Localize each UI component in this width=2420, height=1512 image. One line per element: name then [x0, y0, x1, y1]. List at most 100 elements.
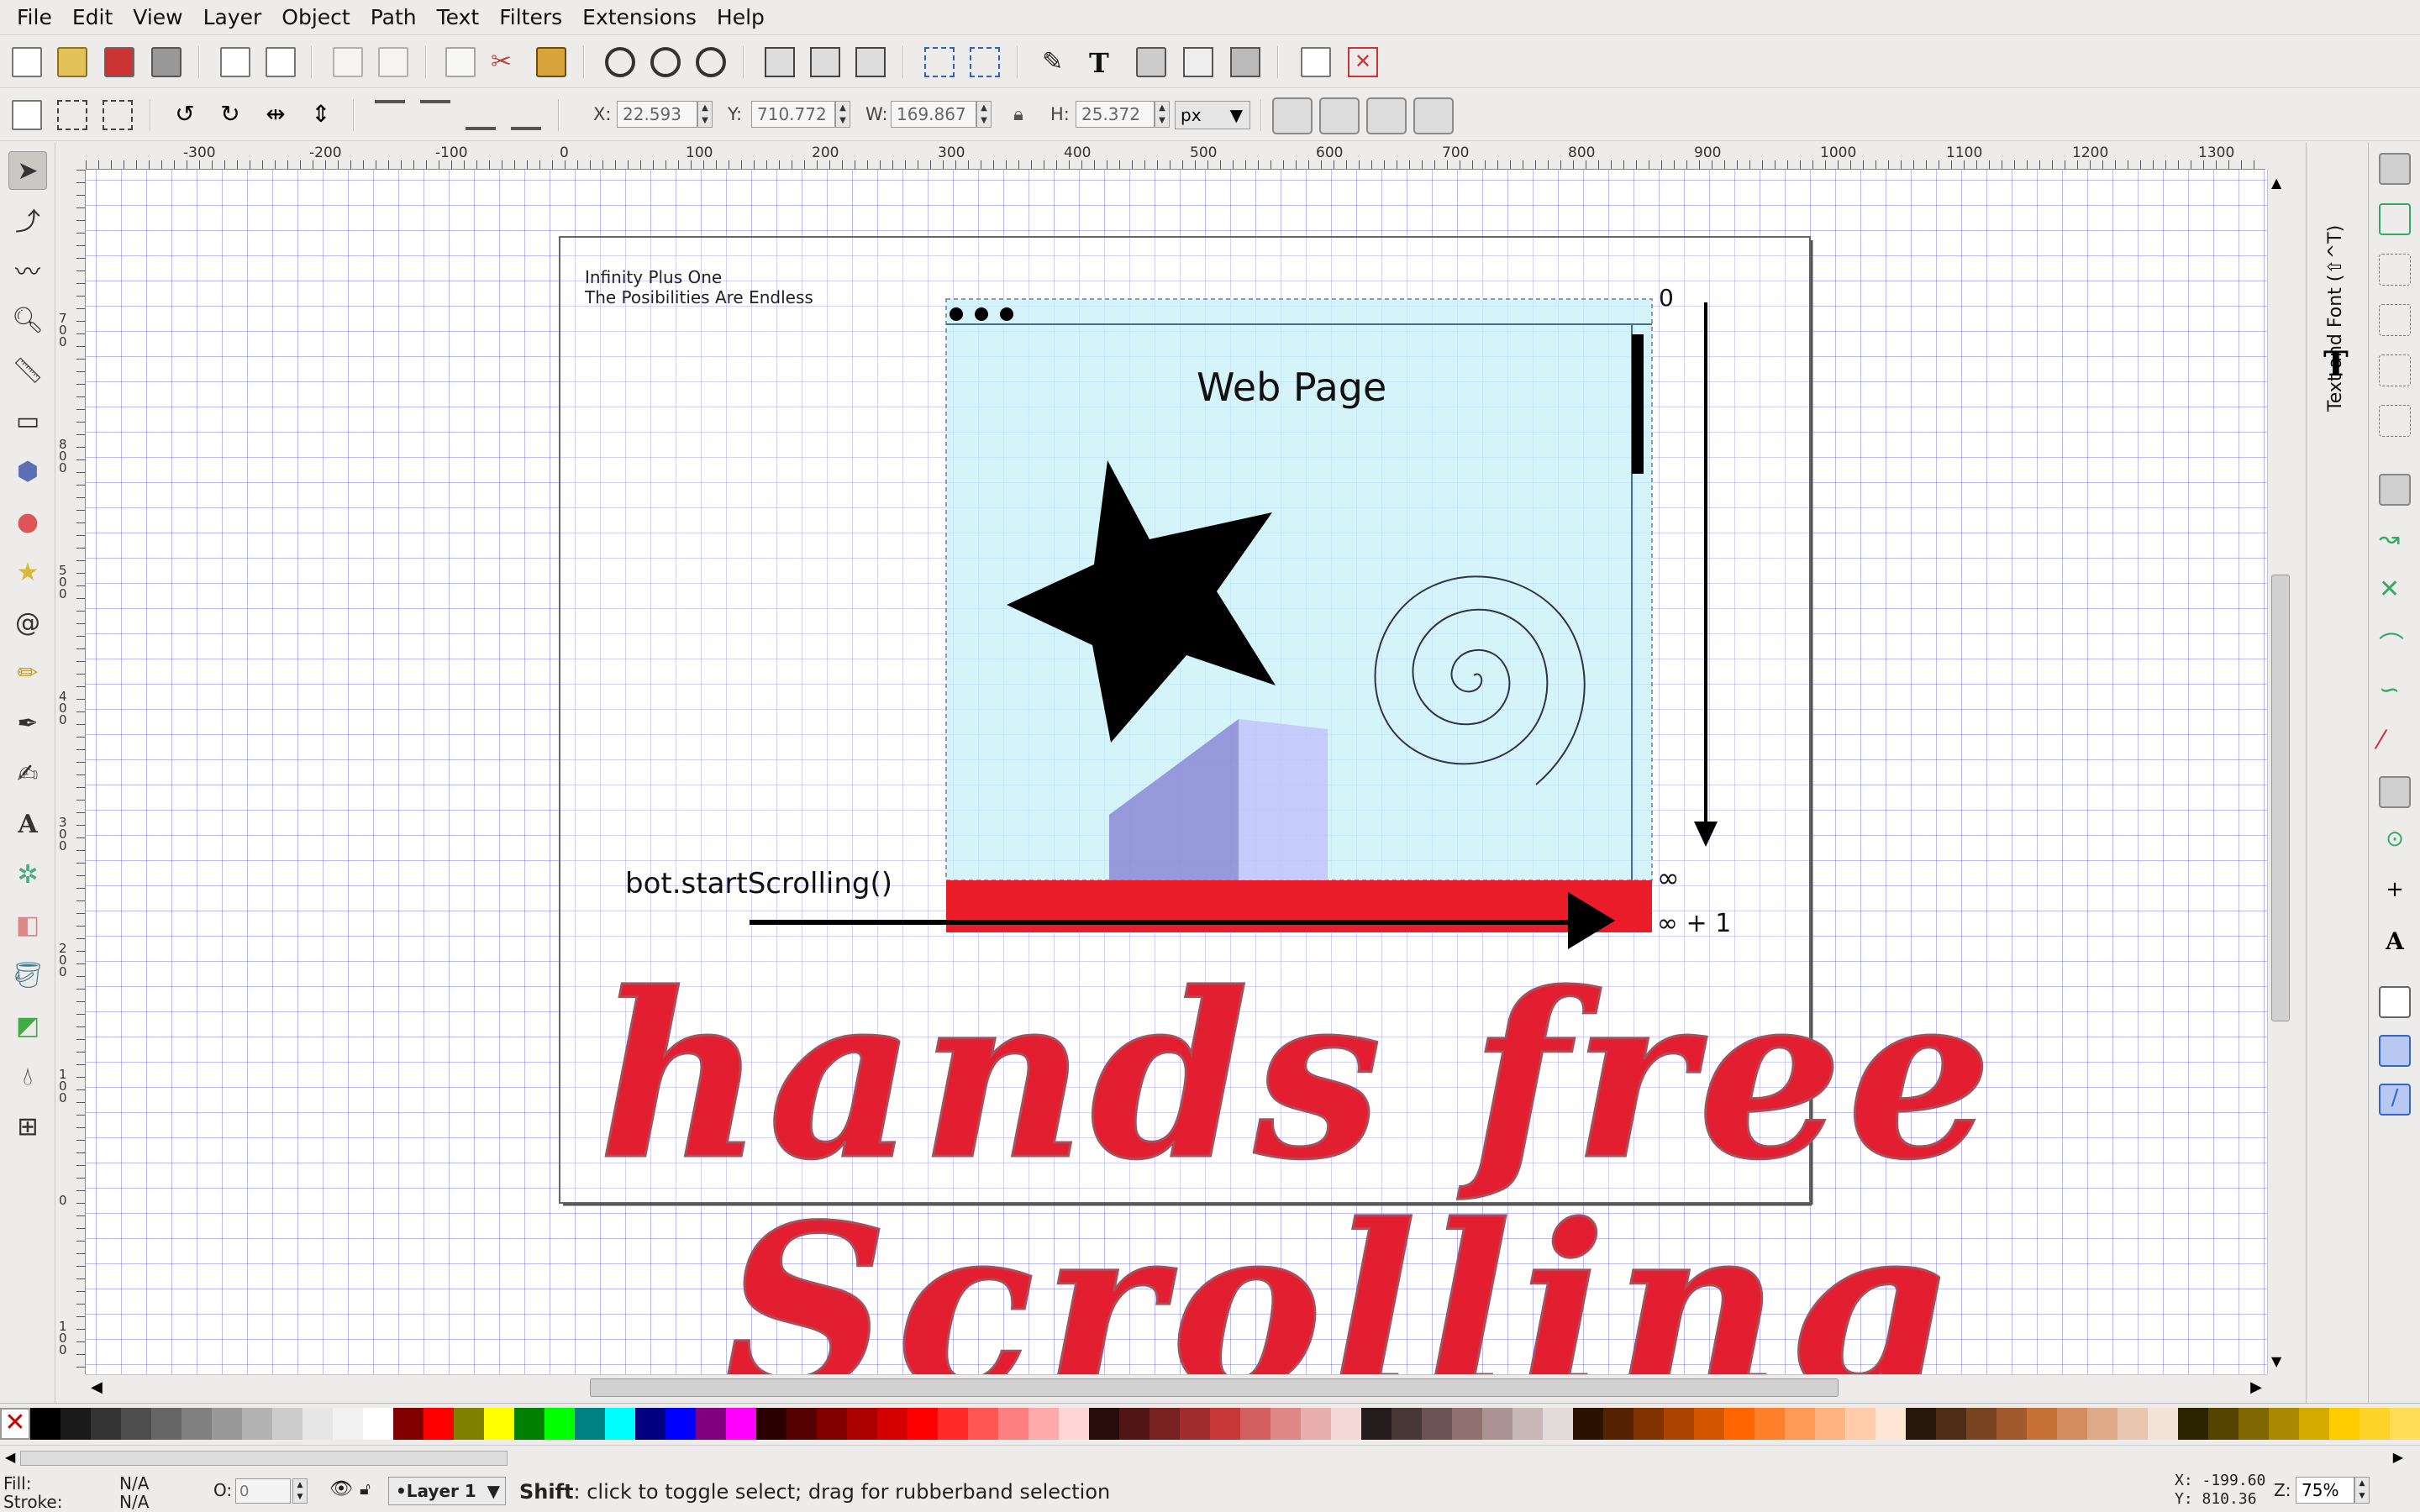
w-field[interactable] [891, 101, 976, 128]
redo-icon[interactable] [378, 47, 408, 77]
deselect-icon[interactable] [103, 100, 133, 130]
color-swatch[interactable] [1089, 1408, 1119, 1440]
scroll-right-icon[interactable]: ▶ [2250, 1378, 2262, 1396]
color-swatch[interactable] [272, 1408, 302, 1440]
gradient-tool-icon[interactable]: ◩ [8, 1006, 47, 1045]
snap-enable-icon[interactable] [2379, 153, 2411, 185]
color-swatch[interactable] [2057, 1408, 2087, 1440]
scroll-down-icon[interactable]: ▼ [2271, 1353, 2281, 1369]
dropper-tool-icon[interactable]: 💧︎ [8, 1057, 47, 1095]
rotate-ccw-icon[interactable]: ↺ [170, 100, 200, 130]
color-swatch[interactable] [151, 1408, 182, 1440]
3d-box-tool-icon[interactable]: ⬢ [8, 452, 47, 491]
node-tool-icon[interactable]: ⤴ [8, 200, 47, 239]
color-swatch[interactable] [182, 1408, 212, 1440]
select-all-layers-icon[interactable] [57, 100, 87, 130]
color-swatch[interactable] [1150, 1408, 1180, 1440]
star-tool-icon[interactable]: ★ [8, 553, 47, 591]
layers-icon[interactable] [1136, 47, 1166, 77]
menu-extensions[interactable]: Extensions [572, 5, 707, 29]
color-swatch[interactable] [1996, 1408, 2027, 1440]
box-front[interactable] [1239, 719, 1328, 880]
color-swatch[interactable] [2329, 1408, 2360, 1440]
color-swatch[interactable] [1785, 1408, 1815, 1440]
snap-bbox-corner-icon[interactable] [2379, 304, 2411, 336]
color-swatch[interactable] [696, 1408, 726, 1440]
color-swatch[interactable] [635, 1408, 666, 1440]
raise-to-top-icon[interactable] [375, 100, 405, 130]
spiral-tool-icon[interactable]: @ [8, 603, 47, 642]
save-icon[interactable] [104, 47, 134, 77]
snap-text-baseline-icon[interactable]: A [2379, 927, 2411, 959]
rotate-cw-icon[interactable]: ↻ [215, 100, 245, 130]
h-field[interactable] [1076, 101, 1155, 128]
text-font-icon[interactable]: T [1089, 47, 1119, 79]
color-swatch[interactable] [1028, 1408, 1059, 1440]
color-swatch[interactable] [2360, 1408, 2390, 1440]
color-swatch[interactable] [1936, 1408, 1966, 1440]
spray-tool-icon[interactable]: ✲ [8, 855, 47, 894]
menu-view[interactable]: View [123, 5, 192, 29]
color-swatch[interactable] [333, 1408, 363, 1440]
color-swatch[interactable] [2208, 1408, 2238, 1440]
snap-smooth-icon[interactable]: ∽ [2379, 675, 2411, 707]
zoom-spinner[interactable]: ▲ ▼ [2354, 1477, 2370, 1504]
color-swatch[interactable] [847, 1408, 877, 1440]
select-all-icon[interactable] [12, 100, 42, 130]
menu-object[interactable]: Object [271, 5, 360, 29]
headline-hands-free[interactable]: hands free [597, 942, 1996, 1211]
bot-call-label[interactable]: bot.startScrolling() [625, 867, 892, 900]
color-swatch[interactable] [1210, 1408, 1240, 1440]
menu-layer[interactable]: Layer [193, 5, 272, 29]
preferences-icon[interactable]: ✕ [1348, 47, 1378, 77]
tweak-tool-icon[interactable]: 〰 [8, 250, 47, 289]
menu-path[interactable]: Path [360, 5, 427, 29]
move-patterns-toggle[interactable] [1413, 97, 1454, 134]
x-spinner[interactable]: ▲ ▼ [697, 101, 713, 128]
color-swatch[interactable] [2269, 1408, 2299, 1440]
snap-center-icon[interactable]: ⊙ [2379, 827, 2411, 858]
snap-path-icon[interactable]: ↝ [2379, 524, 2411, 556]
flip-horizontal-icon[interactable]: ⇹ [260, 100, 291, 130]
color-swatch[interactable] [1664, 1408, 1694, 1440]
document-properties-icon[interactable] [1301, 47, 1331, 77]
palette-scroll-right-icon[interactable]: ▶ [2393, 1449, 2403, 1465]
color-swatch[interactable] [1634, 1408, 1664, 1440]
color-swatch[interactable] [242, 1408, 272, 1440]
zoom-field[interactable] [2296, 1477, 2354, 1504]
layer-dropdown[interactable]: •Layer 1 ▼ [388, 1477, 506, 1505]
zoom-selection-icon[interactable] [605, 47, 635, 77]
snap-guide-icon[interactable]: / [2379, 1084, 2411, 1116]
menu-help[interactable]: Help [707, 5, 775, 29]
x-field[interactable] [617, 101, 697, 128]
headline-scrolling[interactable]: Scrolling [723, 1173, 1955, 1375]
group-icon[interactable] [924, 47, 955, 77]
color-swatch[interactable] [786, 1408, 817, 1440]
snap-bbox-midpoint-icon[interactable] [2379, 354, 2411, 386]
color-swatch[interactable] [1694, 1408, 1724, 1440]
layer-lock-icon[interactable]: 🔓︎ [360, 1478, 371, 1499]
menu-text[interactable]: Text [427, 5, 490, 29]
snap-page-icon[interactable] [2379, 986, 2411, 1018]
undo-icon[interactable] [333, 47, 363, 77]
color-swatch[interactable] [121, 1408, 151, 1440]
snap-bbox-icon[interactable] [2379, 203, 2411, 235]
color-swatch[interactable] [1876, 1408, 1906, 1440]
color-swatch[interactable] [1815, 1408, 1845, 1440]
cut-icon[interactable]: ✂ [491, 47, 521, 77]
connector-tool-icon[interactable]: ⊞ [8, 1107, 47, 1146]
color-swatch[interactable] [454, 1408, 484, 1440]
open-folder-icon[interactable] [57, 47, 87, 77]
menu-file[interactable]: File [7, 5, 62, 29]
duplicate-icon[interactable] [765, 47, 795, 77]
vertical-scrollbar[interactable]: ▲ ▼ [2267, 170, 2292, 1374]
snap-nodes-icon[interactable] [2379, 474, 2411, 506]
h-spinner[interactable]: ▲ ▼ [1155, 101, 1170, 128]
color-swatch[interactable] [968, 1408, 998, 1440]
move-gradients-toggle[interactable] [1366, 97, 1407, 134]
copy-icon[interactable] [445, 47, 476, 77]
menu-edit[interactable]: Edit [62, 5, 123, 29]
pencil-tool-icon[interactable]: ✏ [8, 654, 47, 692]
color-swatch[interactable] [1361, 1408, 1392, 1440]
w-spinner[interactable]: ▲ ▼ [976, 101, 992, 128]
